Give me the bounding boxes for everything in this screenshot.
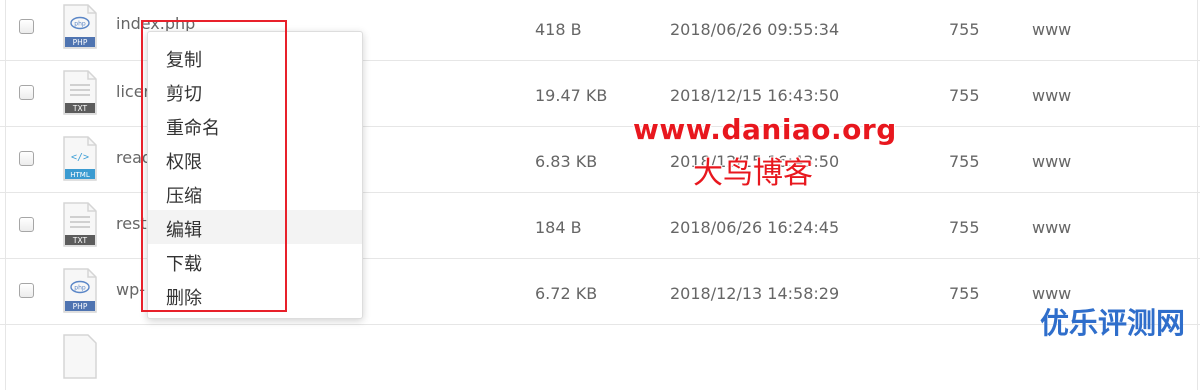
file-modified: 2018/06/26 16:24:45: [670, 218, 840, 237]
file-modified: 2018/06/26 09:55:34: [670, 20, 840, 39]
html-file-icon: </> HTML: [63, 136, 97, 181]
file-owner: www: [1032, 218, 1072, 237]
svg-text:php: php: [74, 21, 86, 28]
row-checkbox[interactable]: [19, 283, 34, 298]
svg-text:TXT: TXT: [72, 236, 88, 245]
table-row[interactable]: [0, 324, 1200, 390]
watermark-name: 大鸟博客: [693, 156, 813, 191]
php-file-icon: php PHP: [63, 268, 97, 313]
file-permission[interactable]: 755: [949, 20, 980, 39]
file-owner: www: [1032, 152, 1072, 171]
file-modified: 2018/12/15 16:43:50: [670, 86, 840, 105]
file-permission[interactable]: 755: [949, 218, 980, 237]
txt-file-icon: TXT: [63, 70, 97, 115]
file-size: 6.72 KB: [535, 284, 598, 303]
php-file-icon: php PHP: [63, 4, 97, 49]
svg-text:php: php: [74, 285, 86, 292]
watermark-corner: 优乐评测网: [1040, 306, 1186, 340]
row-checkbox[interactable]: [19, 19, 34, 34]
file-icon: [63, 334, 97, 379]
row-checkbox[interactable]: [19, 151, 34, 166]
svg-text:TXT: TXT: [72, 104, 88, 113]
svg-text:</>: </>: [71, 152, 89, 163]
file-permission[interactable]: 755: [949, 284, 980, 303]
file-size: 6.83 KB: [535, 152, 598, 171]
file-modified: 2018/12/13 14:58:29: [670, 284, 840, 303]
file-owner: www: [1032, 20, 1072, 39]
file-size: 19.47 KB: [535, 86, 608, 105]
svg-text:PHP: PHP: [73, 302, 88, 311]
file-permission[interactable]: 755: [949, 152, 980, 171]
file-permission[interactable]: 755: [949, 86, 980, 105]
row-checkbox[interactable]: [19, 85, 34, 100]
file-size: 184 B: [535, 218, 582, 237]
svg-text:HTML: HTML: [70, 171, 90, 179]
highlight-box: [141, 20, 287, 312]
svg-text:PHP: PHP: [73, 38, 88, 47]
row-checkbox[interactable]: [19, 217, 34, 232]
file-size: 418 B: [535, 20, 582, 39]
file-owner: www: [1032, 86, 1072, 105]
watermark-url: www.daniao.org: [633, 113, 897, 146]
txt-file-icon: TXT: [63, 202, 97, 247]
